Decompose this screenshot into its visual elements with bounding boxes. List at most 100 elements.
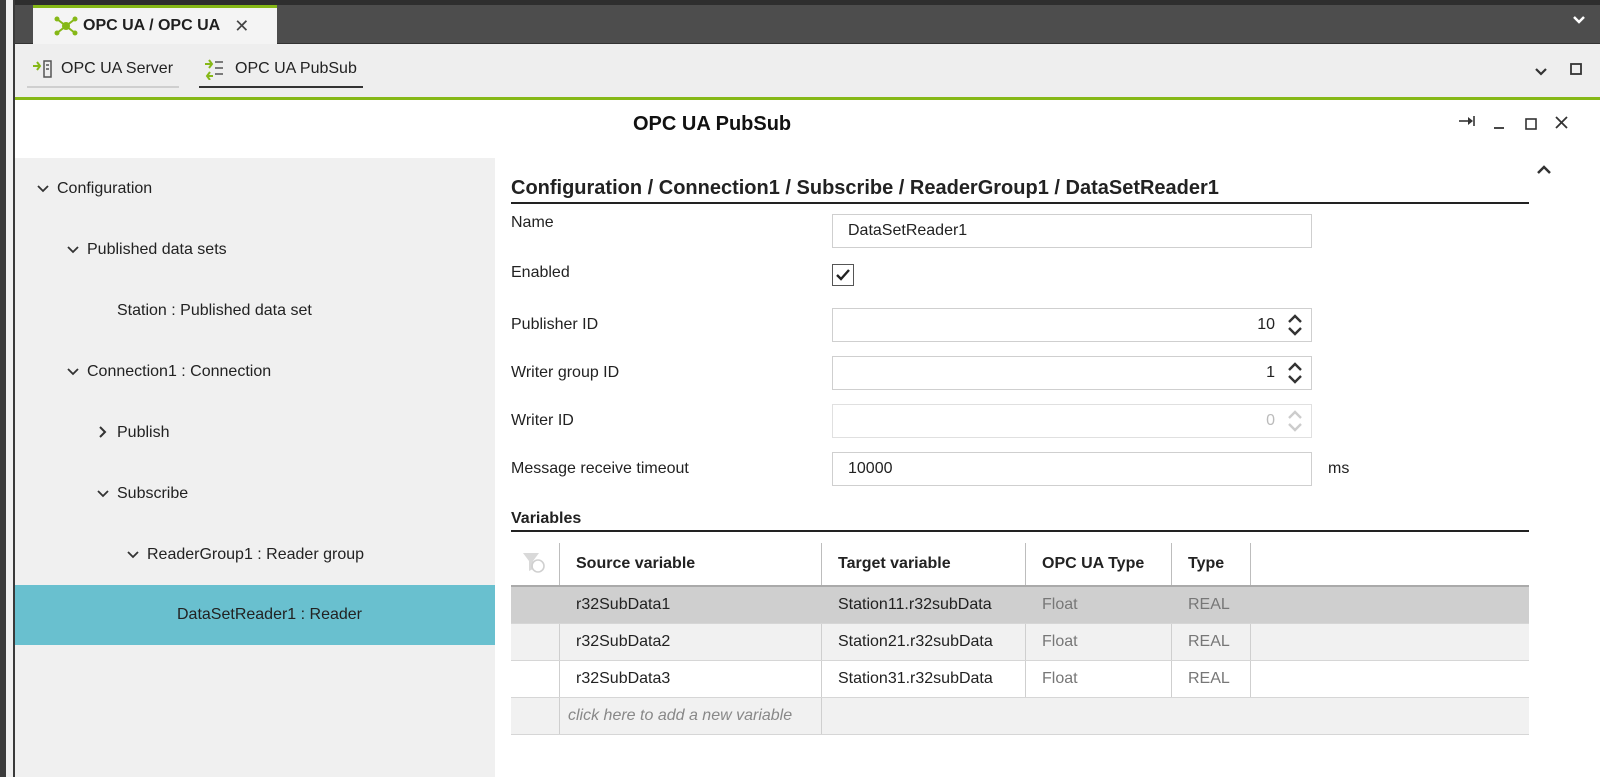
cell-spacer <box>1250 660 1529 698</box>
editor-tab-bar: OPC UA / OPC UA ✕ <box>15 0 1600 44</box>
chevron-down-icon <box>67 243 79 257</box>
name-label: Name <box>511 214 554 231</box>
tab-opc-ua-pubsub[interactable]: OPC UA PubSub <box>199 58 363 88</box>
name-field[interactable]: DataSetReader1 <box>832 214 1312 248</box>
pin-icon[interactable] <box>1458 113 1476 133</box>
cell-target[interactable]: Station11.r32subData <box>821 586 1026 624</box>
view-menu-chevron-icon[interactable] <box>1534 64 1548 80</box>
left-edge-dark <box>0 0 6 777</box>
name-row: Name DataSetReader1 <box>511 214 1529 248</box>
maximize-icon[interactable] <box>1570 62 1582 78</box>
cell-spacer <box>1250 586 1529 624</box>
sub-tab-bar: OPC UA Server OPC UA PubSub <box>15 44 1600 100</box>
tree-item-published-data-sets[interactable]: Published data sets <box>67 220 227 280</box>
tree-item-label: Published data sets <box>87 241 227 258</box>
column-header-type[interactable]: Type <box>1171 543 1251 587</box>
cell-type: REAL <box>1171 586 1251 624</box>
tree-item-label: Configuration <box>57 180 153 197</box>
tab-opc-ua-server-label: OPC UA Server <box>61 60 174 77</box>
column-header-opcua-type[interactable]: OPC UA Type <box>1025 543 1172 587</box>
details-panel: Configuration / Connection1 / Subscribe … <box>511 172 1529 735</box>
column-header-source[interactable]: Source variable <box>559 543 822 587</box>
timeout-row: Message receive timeout 10000 ms <box>511 452 1529 486</box>
enabled-row: Enabled <box>511 264 1529 298</box>
row-handle[interactable] <box>511 586 560 624</box>
writer-group-id-row: Writer group ID 1 <box>511 356 1529 390</box>
tab-opc-ua[interactable]: OPC UA / OPC UA ✕ <box>33 5 277 44</box>
tree-item-label: DataSetReader1 : Reader <box>177 606 362 623</box>
writer-id-row: Writer ID 0 <box>511 404 1529 438</box>
left-edge-strip <box>0 0 15 777</box>
panel-header: OPC UA PubSub <box>15 103 1600 155</box>
chevron-down-icon <box>67 365 79 379</box>
spinner-arrows-icon[interactable] <box>1287 314 1303 336</box>
writer-id-value: 0 <box>1266 412 1275 429</box>
tree-item-connection1[interactable]: Connection1 : Connection <box>67 342 271 402</box>
cell-source[interactable]: r32SubData3 <box>559 660 822 698</box>
cell-type: REAL <box>1171 660 1251 698</box>
writer-group-id-stepper[interactable]: 1 <box>832 356 1312 390</box>
server-icon <box>33 60 52 78</box>
close-tab-icon[interactable]: ✕ <box>234 16 249 37</box>
chevron-down-icon <box>37 182 49 196</box>
name-value: DataSetReader1 <box>848 222 968 239</box>
tree-item-station[interactable]: Station : Published data set <box>117 281 312 341</box>
tree-item-label: Station : Published data set <box>117 302 312 319</box>
writer-id-stepper: 0 <box>832 404 1312 438</box>
row-handle <box>511 697 560 735</box>
tree-item-label: Connection1 : Connection <box>87 363 272 380</box>
writer-group-id-label: Writer group ID <box>511 364 620 381</box>
cell-target[interactable]: Station31.r32subData <box>821 660 1026 698</box>
writer-group-id-value: 1 <box>1266 364 1275 381</box>
enabled-checkbox[interactable] <box>832 264 854 286</box>
pubsub-icon <box>205 59 223 80</box>
tree-item-label: Publish <box>117 424 170 441</box>
cell-source[interactable]: r32SubData2 <box>559 623 822 661</box>
maximize-panel-icon[interactable] <box>1525 115 1537 135</box>
row-handle[interactable] <box>511 660 560 698</box>
chevron-right-icon <box>97 425 109 441</box>
opc-ua-network-icon <box>54 16 78 36</box>
publisher-id-stepper[interactable]: 10 <box>832 308 1312 342</box>
tree-item-label: ReaderGroup1 : Reader group <box>147 546 365 563</box>
cell-spacer <box>1250 623 1529 661</box>
close-panel-icon[interactable] <box>1555 114 1568 134</box>
timeout-field[interactable]: 10000 <box>832 452 1312 486</box>
add-variable-placeholder[interactable]: click here to add a new variable <box>559 697 822 735</box>
panel-title: OPC UA PubSub <box>633 113 792 135</box>
cell-type: REAL <box>1171 623 1251 661</box>
tree-item-subscribe[interactable]: Subscribe <box>97 464 188 524</box>
spinner-arrows-icon <box>1288 410 1302 432</box>
writer-id-label: Writer ID <box>511 412 574 429</box>
row-handle[interactable] <box>511 623 560 661</box>
filter-clear-icon <box>523 552 545 573</box>
cell-opcua-type: Float <box>1025 586 1172 624</box>
filter-column-header[interactable] <box>511 543 560 587</box>
chevron-down-icon <box>97 487 109 501</box>
table-row[interactable]: r32SubData1 Station11.r32subData Float R… <box>511 586 1529 624</box>
tab-opc-ua-server[interactable]: OPC UA Server <box>27 58 180 88</box>
publisher-id-row: Publisher ID 10 <box>511 308 1529 342</box>
table-row[interactable]: r32SubData2 Station21.r32subData Float R… <box>511 623 1529 661</box>
column-header-target[interactable]: Target variable <box>821 543 1026 587</box>
collapse-up-icon[interactable] <box>1536 162 1552 180</box>
cell-target[interactable]: Station21.r32subData <box>821 623 1026 661</box>
add-variable-row[interactable]: click here to add a new variable <box>511 697 1529 735</box>
tree-item-readergroup1[interactable]: ReaderGroup1 : Reader group <box>127 525 364 585</box>
spinner-arrows-icon[interactable] <box>1287 362 1303 384</box>
app-window: OPC UA / OPC UA ✕ OPC UA Server OPC UA P… <box>0 0 1600 777</box>
table-row[interactable]: r32SubData3 Station31.r32subData Float R… <box>511 660 1529 698</box>
tab-opc-ua-pubsub-label: OPC UA PubSub <box>235 60 357 77</box>
column-header-spacer <box>1250 543 1529 587</box>
publisher-id-value: 10 <box>1257 316 1275 333</box>
tree-item-publish[interactable]: Publish <box>97 403 169 463</box>
chevron-down-icon <box>127 548 139 562</box>
tree-item-configuration[interactable]: Configuration <box>37 159 152 219</box>
chevron-down-icon[interactable] <box>1572 12 1586 28</box>
variables-table: Source variable Target variable OPC UA T… <box>511 543 1529 735</box>
cell-opcua-type: Float <box>1025 623 1172 661</box>
timeout-label: Message receive timeout <box>511 460 689 477</box>
cell-source[interactable]: r32SubData1 <box>559 586 822 624</box>
minimize-panel-icon[interactable] <box>1493 115 1505 135</box>
tree-item-datasetreader1[interactable]: DataSetReader1 : Reader <box>15 585 495 645</box>
